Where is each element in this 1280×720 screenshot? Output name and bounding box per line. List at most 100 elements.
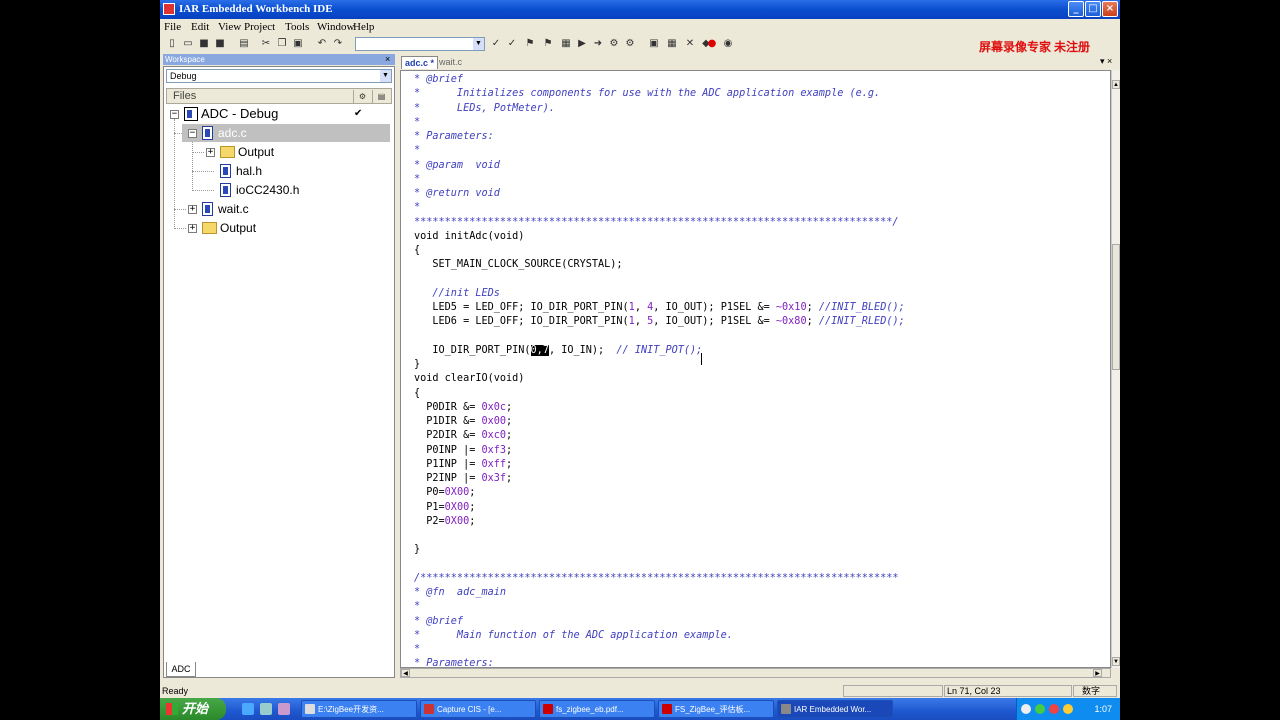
code-line: //init LEDs xyxy=(432,287,500,299)
task-explorer[interactable]: E:\ZigBee开发资... xyxy=(301,700,417,718)
stop-build-icon[interactable]: ✕ xyxy=(684,37,696,50)
maximize-button[interactable]: □ xyxy=(1085,1,1101,17)
status-mode-text: 数字 xyxy=(1082,686,1101,696)
menu-edit[interactable]: Edit xyxy=(191,19,209,36)
cut-icon[interactable]: ✂ xyxy=(260,37,272,50)
redo-icon[interactable]: ↷ xyxy=(332,37,344,50)
quicklaunch-icon[interactable] xyxy=(260,703,272,715)
expand-icon[interactable]: + xyxy=(188,205,197,214)
workspace-tab-adc[interactable]: ADC xyxy=(166,662,196,677)
collapse-icon[interactable]: − xyxy=(170,110,179,119)
code-line: * Parameters: xyxy=(414,658,494,668)
title-bar[interactable]: IAR Embedded Workbench IDE _ □ × xyxy=(160,0,1120,19)
goto-bookmark-icon[interactable]: ⚑ xyxy=(542,37,554,50)
code-line: P1INP |= 0xff; xyxy=(414,458,513,470)
build-icon[interactable]: ⚙ xyxy=(608,37,620,50)
close-button[interactable]: × xyxy=(1102,1,1118,17)
quicklaunch-icon[interactable] xyxy=(278,703,290,715)
tab-wait-c[interactable]: wait.c xyxy=(436,56,465,69)
tab-adc-c[interactable]: adc.c * xyxy=(401,56,439,69)
scroll-down-icon[interactable]: ▼ xyxy=(1112,657,1120,666)
tray-icon[interactable] xyxy=(1035,704,1045,714)
paste-icon[interactable]: ▣ xyxy=(292,37,304,50)
tray-icon[interactable] xyxy=(1049,704,1059,714)
code-line: P2INP |= 0x3f; xyxy=(414,473,513,484)
code-editor[interactable]: * @brief * Initializes components for us… xyxy=(400,70,1111,668)
menu-bar: File Edit View Project Tools Window Help… xyxy=(160,19,1120,54)
task-pdf-2[interactable]: FS_ZigBee_评估板... xyxy=(658,700,774,718)
chevron-down-icon[interactable]: ▼ xyxy=(380,70,391,82)
menu-help[interactable]: Help xyxy=(353,19,374,36)
workspace-panel: Debug ▼ Files ⚙ ▤ − ADC - Debug ✔ − adc.… xyxy=(163,66,395,678)
debugger-icon[interactable]: ◉ xyxy=(722,37,734,50)
code-line: } xyxy=(414,359,421,370)
collapse-icon[interactable]: − xyxy=(188,129,197,138)
expand-icon[interactable]: + xyxy=(188,224,197,233)
undo-icon[interactable]: ↶ xyxy=(316,37,328,50)
make-icon[interactable]: ⚙ xyxy=(624,37,636,50)
menu-view[interactable]: View xyxy=(218,19,241,36)
step-icon[interactable]: ➜ xyxy=(592,37,604,50)
task-capture[interactable]: Capture CIS - [e... xyxy=(420,700,536,718)
find-combo[interactable]: ▼ xyxy=(355,37,485,51)
config-select[interactable]: Debug ▼ xyxy=(166,69,392,83)
print-icon[interactable]: ▤ xyxy=(238,37,250,50)
code-line: * @fn adc_main xyxy=(414,587,507,598)
menu-project[interactable]: Project xyxy=(244,19,275,36)
files-header: Files ⚙ ▤ xyxy=(166,88,392,104)
open-folder-icon[interactable]: ▭ xyxy=(182,37,194,50)
minimize-button[interactable]: _ xyxy=(1068,1,1084,17)
options-icon[interactable]: ▤ xyxy=(372,90,390,103)
folder-icon xyxy=(220,146,235,158)
task-label: fs_zigbee_eb.pdf... xyxy=(556,705,624,714)
scroll-left-icon[interactable]: ◀ xyxy=(401,669,410,677)
task-pdf-1[interactable]: fs_zigbee_eb.pdf... xyxy=(539,700,655,718)
new-file-icon[interactable]: ▯ xyxy=(166,37,178,50)
code-line: { xyxy=(414,245,421,256)
menu-file[interactable]: File xyxy=(164,19,181,36)
save-icon[interactable]: ■ xyxy=(198,37,210,50)
scroll-thumb[interactable] xyxy=(1112,244,1120,370)
code-line: * xyxy=(414,644,421,655)
filter-icon[interactable]: ⚙ xyxy=(353,90,371,103)
chevron-down-icon[interactable]: ▼ xyxy=(473,38,484,50)
tray-icon[interactable] xyxy=(1021,704,1031,714)
tray-icon[interactable] xyxy=(1063,704,1073,714)
rebuild-icon[interactable]: ▣ xyxy=(648,37,660,50)
save-all-icon[interactable]: ■ xyxy=(214,37,226,50)
record-icon[interactable]: ● xyxy=(706,37,718,50)
code-line: P2DIR &= 0xc0; xyxy=(414,430,513,442)
menu-window[interactable]: Window xyxy=(317,19,354,36)
tab-menu-close-icon[interactable]: ▾ × xyxy=(1100,56,1112,67)
copy-icon[interactable]: ❐ xyxy=(276,37,288,50)
run-icon[interactable]: ▶ xyxy=(576,37,588,50)
status-bar: Ready Ln 71, Col 23 数字 xyxy=(160,684,1120,698)
editor-vscrollbar[interactable]: ▲ ▼ xyxy=(1111,70,1120,668)
task-label: FS_ZigBee_评估板... xyxy=(675,705,751,714)
find-icon[interactable]: ✓ xyxy=(490,37,502,50)
code-line: * xyxy=(414,202,421,214)
tree-label: wait.c xyxy=(218,202,249,216)
workspace-icon xyxy=(184,107,198,121)
code-line: P1DIR &= 0x00; xyxy=(414,416,513,427)
scroll-up-icon[interactable]: ▲ xyxy=(1112,80,1120,89)
expand-icon[interactable]: + xyxy=(206,148,215,157)
tree-project[interactable]: − ADC - Debug ✔ xyxy=(164,105,394,123)
window-title: IAR Embedded Workbench IDE xyxy=(179,3,333,15)
debug-icon[interactable]: ▦ xyxy=(666,37,678,50)
tree-label: Output xyxy=(220,221,257,235)
code-text[interactable]: * @brief * Initializes components for us… xyxy=(414,73,905,668)
compile-icon[interactable]: ▦ xyxy=(560,37,572,50)
tree-file-adc[interactable]: − adc.c xyxy=(182,124,390,142)
scroll-right-icon[interactable]: ▶ xyxy=(1093,669,1102,677)
menu-tools[interactable]: Tools xyxy=(285,19,309,36)
tree-label: Output xyxy=(238,145,275,159)
taskbar: 开始 E:\ZigBee开发资... Capture CIS - [e... f… xyxy=(160,698,1120,720)
workspace-close-icon[interactable]: × xyxy=(385,54,390,65)
ie-icon[interactable] xyxy=(242,703,254,715)
toggle-bookmark-icon[interactable]: ⚑ xyxy=(524,37,536,50)
editor-hscrollbar[interactable]: ◀ ▶ xyxy=(400,668,1111,678)
find-next-icon[interactable]: ✓ xyxy=(506,37,518,50)
task-iar[interactable]: IAR Embedded Wor... xyxy=(777,700,893,718)
start-button[interactable]: 开始 xyxy=(160,698,226,720)
